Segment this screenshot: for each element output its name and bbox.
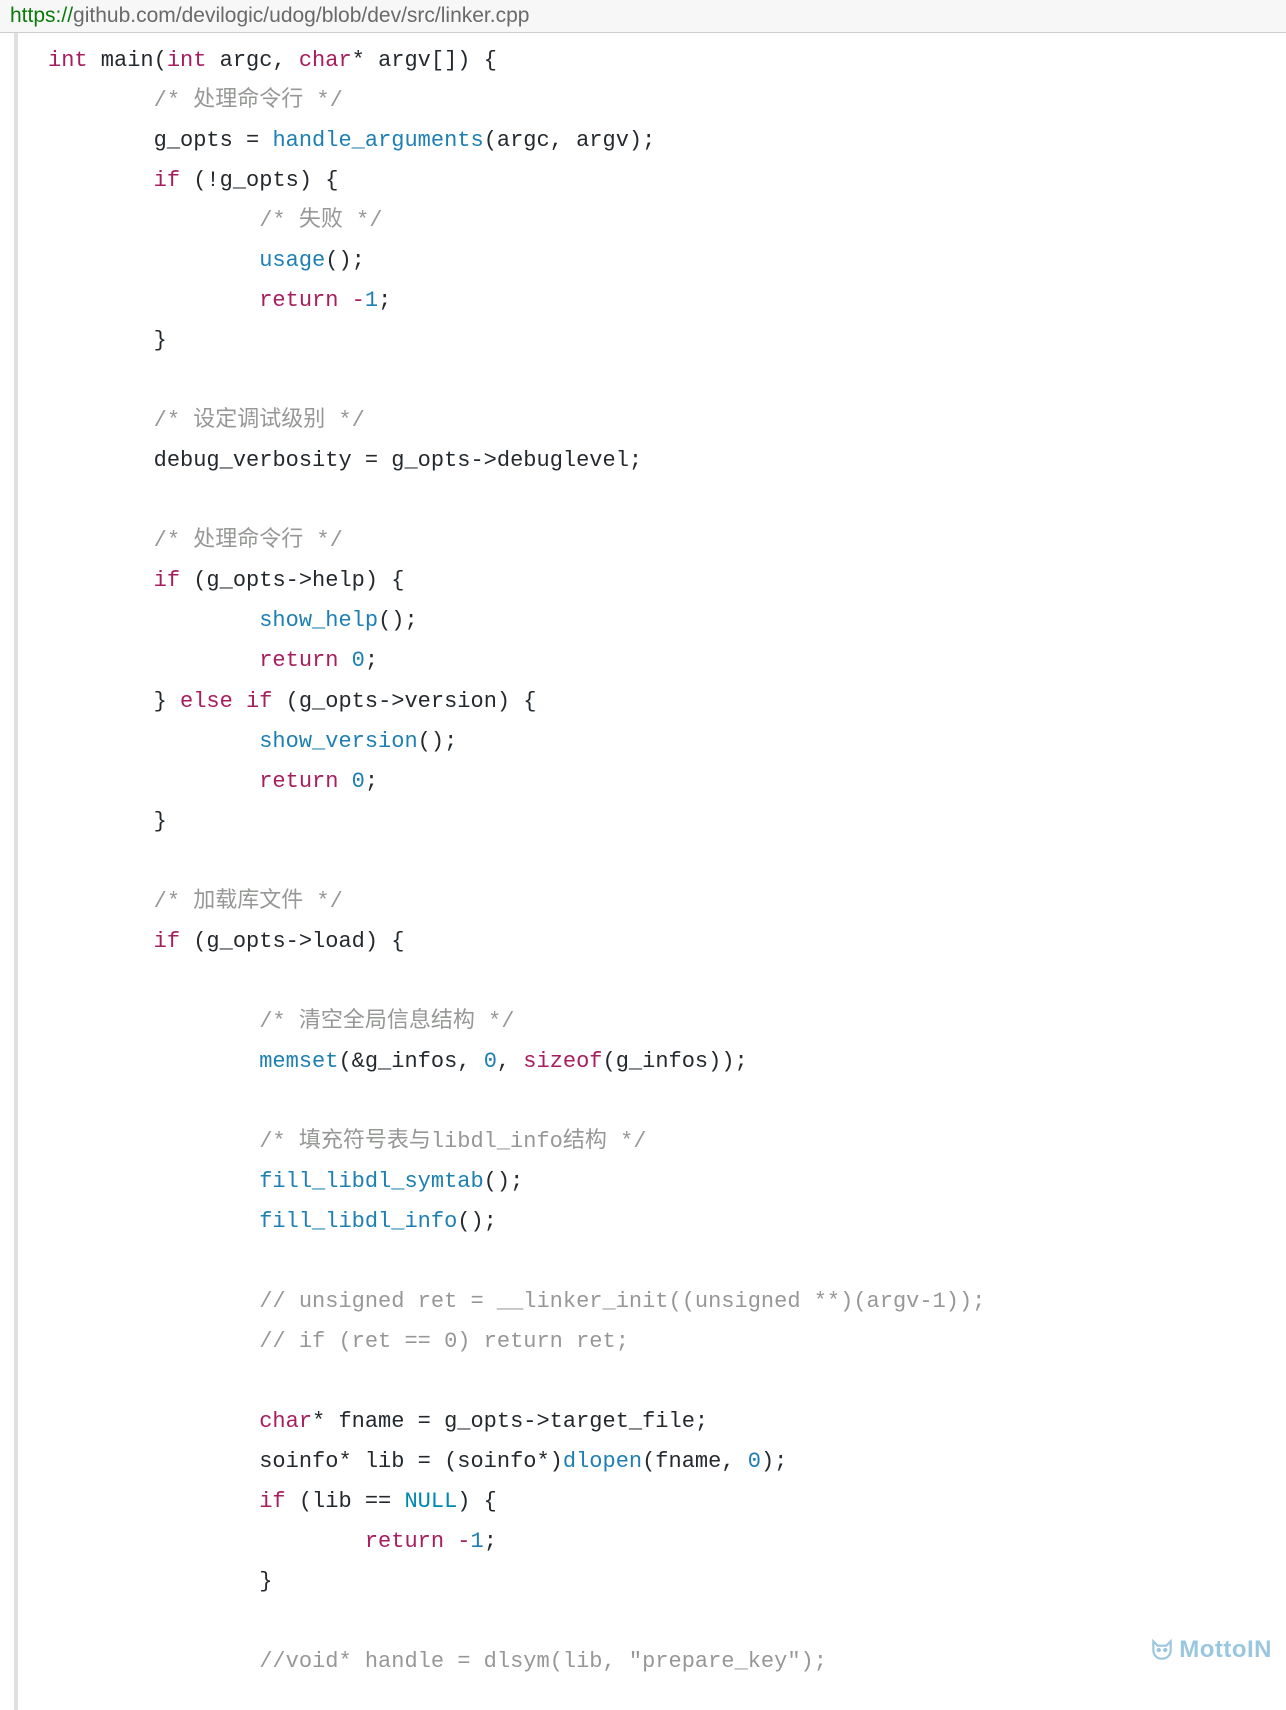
url-path: github.com/devilogic/udog/blob/dev/src/l… (73, 4, 529, 27)
code-token: 1 (470, 1529, 483, 1554)
code-token: (argc, argv); (484, 128, 656, 153)
code-token: (fname, (642, 1449, 748, 1474)
code-token: argc, (206, 48, 298, 73)
code-token: /* 处理命令行 */ (154, 88, 343, 113)
code-token: ; (378, 288, 391, 313)
code-token: return (259, 769, 338, 794)
code-token: } (154, 328, 167, 353)
cat-icon (1149, 1637, 1175, 1663)
code-token: else (180, 689, 233, 714)
code-token: ; (365, 648, 378, 673)
code-token: - (457, 1529, 470, 1554)
code-token: /* 失败 */ (259, 208, 382, 233)
code-token: (&g_infos, (338, 1049, 483, 1074)
code-token: (); (418, 729, 458, 754)
code-token: //void* handle = dlsym(lib, "prepare_key… (259, 1649, 827, 1674)
code-token (444, 1529, 457, 1554)
code-token: if (154, 929, 180, 954)
code-token: int (48, 48, 88, 73)
code-token: debug_verbosity = g_opts->debuglevel; (154, 448, 642, 473)
code-token: , (497, 1049, 523, 1074)
code-viewer: int main(int argc, char* argv[]) { /* 处理… (14, 33, 1286, 1710)
code-token: (g_opts->help) { (180, 568, 404, 593)
code-token (338, 769, 351, 794)
code-token: ) { (457, 1489, 497, 1514)
url-bar[interactable]: https://github.com/devilogic/udog/blob/d… (0, 0, 1286, 33)
code-token: (); (325, 248, 365, 273)
watermark: MottoIN (1149, 1636, 1272, 1664)
code-token: 0 (352, 648, 365, 673)
code-token: 0 (748, 1449, 761, 1474)
code-token: return (259, 648, 338, 673)
code-token: (g_opts->load) { (180, 929, 404, 954)
code-token: // unsigned ret = __linker_init((unsigne… (259, 1289, 985, 1314)
code-token: show_version (259, 729, 417, 754)
code-token: show_help (259, 608, 378, 633)
code-token: return (259, 288, 338, 313)
code-token: - (352, 288, 365, 313)
code-token: soinfo* lib = (soinfo*) (259, 1449, 563, 1474)
code-token: memset (259, 1049, 338, 1074)
code-token: g_opts = (154, 128, 273, 153)
code-token: (); (457, 1209, 497, 1234)
code-token: /* 填充符号表与libdl_info结构 */ (259, 1129, 646, 1154)
code-token: (g_opts->version) { (272, 689, 536, 714)
code-token: usage (259, 248, 325, 273)
code-token: if (246, 689, 272, 714)
code-token: (lib == (286, 1489, 405, 1514)
code-token: (!g_opts) { (180, 168, 338, 193)
code-token (233, 689, 246, 714)
code-token: fill_libdl_symtab (259, 1169, 483, 1194)
source-code[interactable]: int main(int argc, char* argv[]) { /* 处理… (38, 41, 1286, 1682)
url-scheme: https:// (10, 4, 73, 27)
code-token (338, 648, 351, 673)
code-token: } (154, 689, 180, 714)
code-token: 1 (365, 288, 378, 313)
code-token: ); (761, 1449, 787, 1474)
code-token: (); (484, 1169, 524, 1194)
code-token: (); (378, 608, 418, 633)
code-token: } (259, 1569, 272, 1594)
code-token (338, 288, 351, 313)
code-token: if (259, 1489, 285, 1514)
code-token: sizeof (523, 1049, 602, 1074)
code-token: // if (ret == 0) return ret; (259, 1329, 629, 1354)
code-token: ; (365, 769, 378, 794)
code-token: handle_arguments (272, 128, 483, 153)
code-token: return (365, 1529, 444, 1554)
code-token: 0 (484, 1049, 497, 1074)
code-token: /* 设定调试级别 */ (154, 408, 365, 433)
code-token: dlopen (563, 1449, 642, 1474)
code-token: /* 处理命令行 */ (154, 528, 343, 553)
code-token: ; (484, 1529, 497, 1554)
code-token: if (154, 168, 180, 193)
code-token: * fname = g_opts->target_file; (312, 1409, 708, 1434)
code-token: main( (88, 48, 167, 73)
code-token: NULL (404, 1489, 457, 1514)
code-token: int (167, 48, 207, 73)
code-token: /* 加载库文件 */ (154, 889, 343, 914)
watermark-text: MottoIN (1179, 1636, 1272, 1664)
code-token: 0 (352, 769, 365, 794)
code-token: * argv[]) { (352, 48, 497, 73)
code-token: /* 清空全局信息结构 */ (259, 1009, 514, 1034)
code-token: fill_libdl_info (259, 1209, 457, 1234)
code-token: char (259, 1409, 312, 1434)
code-token: (g_infos)); (603, 1049, 748, 1074)
code-token: if (154, 568, 180, 593)
code-token: } (154, 809, 167, 834)
code-token: char (299, 48, 352, 73)
